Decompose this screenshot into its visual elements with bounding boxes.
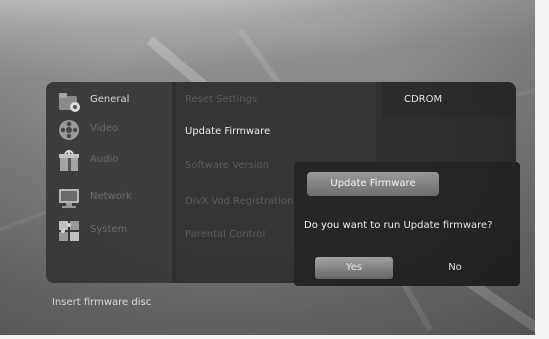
tab-cdrom[interactable]: CDROM [404, 94, 442, 105]
dialog-question: Do you want to run Update firmware? [304, 220, 493, 231]
category-label: Audio [90, 154, 119, 165]
category-label: Video [90, 123, 119, 134]
option-reset-settings[interactable]: Reset Settings [185, 94, 257, 105]
status-message: Insert firmware disc [52, 297, 152, 308]
folder-settings-icon [56, 88, 82, 114]
category-audio[interactable]: Audio [56, 148, 176, 174]
category-label: General [90, 94, 130, 105]
tv-screen-photo: General Video Audio Network System Reset… [0, 0, 549, 339]
dialog-title: Update Firmware [307, 172, 439, 196]
monitor-network-icon [56, 185, 82, 211]
no-button[interactable]: No [437, 257, 473, 279]
option-parental-control[interactable]: Parental Control [185, 229, 265, 240]
tab-background [382, 82, 516, 118]
music-gift-icon [56, 148, 82, 174]
yes-button[interactable]: Yes [315, 257, 393, 279]
photo-border-bottom [0, 335, 549, 339]
option-software-version[interactable]: Software Version [185, 160, 269, 171]
puzzle-pieces-icon [56, 218, 82, 244]
category-network[interactable]: Network [56, 185, 176, 211]
category-label: System [90, 224, 128, 235]
option-update-firmware[interactable]: Update Firmware [185, 126, 270, 137]
photo-border-right [535, 0, 549, 339]
option-divx-registration[interactable]: DivX Vod Registration [185, 196, 293, 207]
category-video[interactable]: Video [56, 117, 176, 143]
category-general[interactable]: General [56, 88, 176, 114]
category-label: Network [90, 191, 132, 202]
film-reel-icon [56, 117, 82, 143]
category-system[interactable]: System [56, 218, 176, 244]
